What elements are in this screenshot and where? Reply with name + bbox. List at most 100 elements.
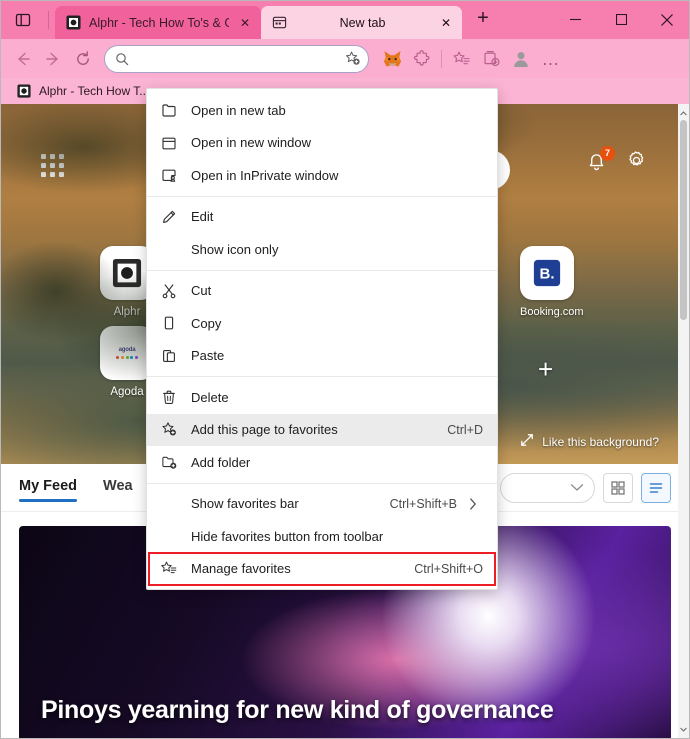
grid-view-icon[interactable] <box>603 472 633 503</box>
feed-view-controls <box>500 472 671 503</box>
tab-alphr[interactable]: Alphr - Tech How To's & Gui ✕ <box>55 6 261 39</box>
hero-actions: 7 <box>586 146 647 176</box>
menu-item-add-this-page-to-favorites[interactable]: Add this page to favorites Ctrl+D <box>147 413 497 446</box>
tab-weather[interactable]: Wea <box>103 478 133 498</box>
list-view-icon[interactable] <box>641 472 671 503</box>
alphr-favicon <box>16 83 32 99</box>
profile-avatar-icon[interactable] <box>506 44 536 74</box>
inprivate-window-icon <box>147 167 191 183</box>
menu-item-label: Open in new window <box>191 135 311 151</box>
menu-separator <box>147 269 497 271</box>
close-icon[interactable]: ✕ <box>235 13 255 33</box>
menu-item-show-icon-only[interactable]: Show icon only <box>147 233 497 266</box>
minimize-button[interactable] <box>552 0 598 39</box>
tab-new-tab[interactable]: New tab ✕ <box>261 6 462 39</box>
collections-icon[interactable] <box>476 44 506 74</box>
menu-item-open-in-new-tab[interactable]: Open in new tab <box>147 94 497 127</box>
menu-separator <box>147 195 497 197</box>
extensions-puzzle-icon[interactable] <box>407 44 437 74</box>
scroll-down-arrow-icon[interactable] <box>678 722 689 736</box>
menu-item-label: Manage favorites <box>191 561 291 577</box>
menu-item-cut[interactable]: Cut <box>147 275 497 308</box>
copy-icon <box>147 315 191 331</box>
tab-my-feed[interactable]: My Feed <box>19 478 78 502</box>
menu-item-delete[interactable]: Delete <box>147 381 497 414</box>
booking-tile-icon: B. <box>520 246 574 300</box>
menu-item-label: Open in new tab <box>191 102 286 118</box>
refresh-button[interactable] <box>68 44 98 74</box>
paste-clipboard-icon <box>147 348 191 364</box>
tab-strip-left: Alphr - Tech How To's & Gui ✕ New tab ✕ … <box>0 0 498 39</box>
new-tab-button[interactable]: + <box>468 4 498 34</box>
scissors-cut-icon <box>147 283 191 299</box>
toolbar-divider <box>441 49 442 68</box>
menu-item-label: Open in InPrivate window <box>191 167 339 183</box>
menu-item-accel: Ctrl+Shift+B <box>389 496 457 511</box>
metamask-fox-icon[interactable] <box>377 44 407 74</box>
feed-article-title: Pinoys yearning for new kind of governan… <box>41 696 554 724</box>
menu-item-accel: Ctrl+D <box>447 422 483 437</box>
menu-item-label: Hide favorites button from toolbar <box>191 528 384 544</box>
notification-badge: 7 <box>600 146 615 161</box>
feed-personalize-dropdown[interactable] <box>500 472 595 503</box>
tab-search-icon[interactable] <box>8 5 38 35</box>
menu-item-label: Add this page to favorites <box>191 422 338 438</box>
menu-item-open-in-new-window[interactable]: Open in new window <box>147 127 497 160</box>
menu-item-paste[interactable]: Paste <box>147 340 497 373</box>
pencil-edit-icon <box>147 209 191 225</box>
menu-item-hide-favorites-button-from-toolbar[interactable]: Hide favorites button from toolbar <box>147 520 497 553</box>
menu-item-label: Paste <box>191 348 225 364</box>
favorites-star-icon[interactable] <box>446 44 476 74</box>
close-icon[interactable]: ✕ <box>436 13 456 33</box>
maximize-button[interactable] <box>598 0 644 39</box>
favorite-item-label: Alphr - Tech How T... <box>39 84 150 98</box>
trash-delete-icon <box>147 389 191 405</box>
forward-button[interactable] <box>38 44 68 74</box>
menu-item-add-folder[interactable]: Add folder <box>147 446 497 479</box>
menu-item-label: Delete <box>191 389 229 405</box>
menu-item-label: Add folder <box>191 454 251 470</box>
favorite-item-alphr[interactable]: Alphr - Tech How T... <box>10 81 155 102</box>
menu-separator <box>147 376 497 377</box>
add-shortcut-button[interactable]: + <box>538 354 553 385</box>
add-favorite-icon[interactable] <box>342 50 362 67</box>
window-controls <box>552 0 690 39</box>
folder-add-icon <box>147 454 191 471</box>
menu-item-manage-favorites[interactable]: Manage favorites Ctrl+Shift+O <box>147 551 497 586</box>
menu-item-label: Edit <box>191 209 214 225</box>
menu-item-show-favorites-bar[interactable]: Show favorites bar Ctrl+Shift+B <box>147 488 497 521</box>
favorites-context-menu: Open in new tab Open in new window Open … <box>146 88 498 590</box>
menu-item-label: Show icon only <box>191 241 279 257</box>
settings-more-button[interactable]: … <box>536 44 566 74</box>
chevron-right-icon <box>463 498 483 510</box>
like-this-background-button[interactable]: Like this background? <box>520 433 659 450</box>
navigation-toolbar: … <box>0 39 690 78</box>
new-tab-icon <box>147 102 191 118</box>
menu-item-edit[interactable]: Edit <box>147 201 497 234</box>
alphr-favicon <box>65 15 81 31</box>
menu-separator <box>147 482 497 484</box>
menu-item-copy[interactable]: Copy <box>147 307 497 340</box>
gear-icon[interactable] <box>626 150 647 176</box>
menu-item-open-in-inprivate-window[interactable]: Open in InPrivate window <box>147 159 497 192</box>
scroll-up-arrow-icon[interactable] <box>678 106 689 120</box>
close-button[interactable] <box>644 0 690 39</box>
page-scrollbar[interactable] <box>678 104 689 738</box>
browser-window: Alphr - Tech How To's & Gui ✕ New tab ✕ … <box>0 0 690 739</box>
notifications-button[interactable]: 7 <box>586 146 615 174</box>
expand-arrows-icon <box>520 433 534 450</box>
like-this-background-label: Like this background? <box>542 434 659 449</box>
back-button[interactable] <box>8 44 38 74</box>
menu-item-label: Show favorites bar <box>191 496 299 512</box>
app-launcher-grid-icon[interactable] <box>41 154 64 177</box>
star-add-icon <box>147 421 191 438</box>
search-icon <box>115 52 131 66</box>
shortcut-tile-label: Booking.com <box>520 306 584 318</box>
menu-item-accel: Ctrl+Shift+O <box>414 561 483 576</box>
scrollbar-thumb[interactable] <box>680 120 687 320</box>
chevron-down-icon <box>570 479 584 497</box>
address-bar[interactable] <box>104 44 369 73</box>
shortcut-tile-booking[interactable]: B. Booking.com <box>520 246 584 318</box>
tab-strip-divider <box>48 10 49 29</box>
newtab-favicon <box>271 15 287 31</box>
